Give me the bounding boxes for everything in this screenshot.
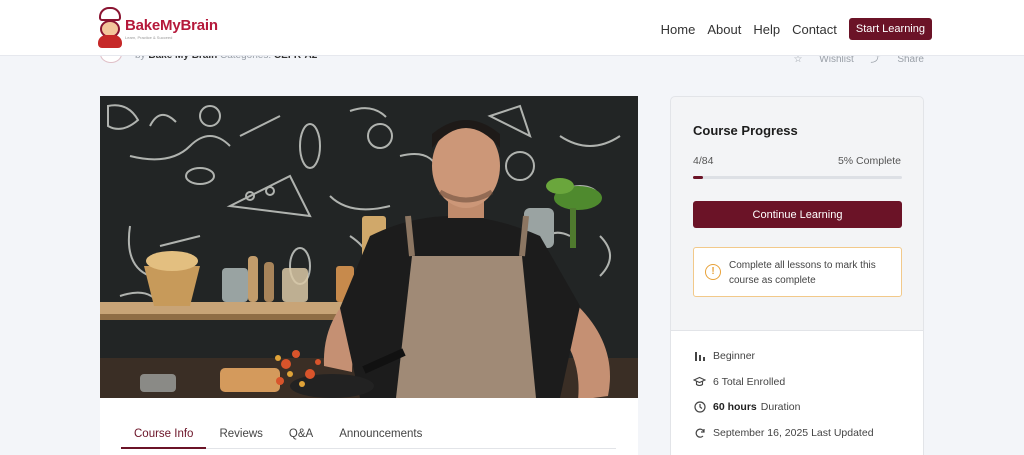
course-progress-card: Course Progress 4/84 5% Complete Continu… xyxy=(670,96,924,455)
course-tabs: Course Info Reviews Q&A Announcements xyxy=(121,422,616,449)
tab-reviews[interactable]: Reviews xyxy=(206,422,275,449)
clock-icon xyxy=(693,400,706,413)
progress-count: 4/84 xyxy=(693,155,714,167)
nav-contact[interactable]: Contact xyxy=(792,22,837,37)
continue-learning-button[interactable]: Continue Learning xyxy=(693,201,902,228)
nav-about[interactable]: About xyxy=(707,22,741,37)
completion-notice-text: Complete all lessons to mark this course… xyxy=(729,260,876,286)
completion-notice: ! Complete all lessons to mark this cour… xyxy=(693,247,902,297)
chef-photo-illustration xyxy=(100,96,638,398)
chef-logo-icon xyxy=(97,7,123,49)
course-thumbnail-image xyxy=(100,96,638,398)
progress-title: Course Progress xyxy=(693,123,798,138)
main-nav: Home About Help Contact Start Learning xyxy=(649,18,932,40)
course-tabs-panel: Course Info Reviews Q&A Announcements xyxy=(100,398,638,455)
stat-enrolled: 6 Total Enrolled xyxy=(693,375,785,388)
graduation-cap-icon xyxy=(693,375,706,388)
brand-name: BakeMyBrain xyxy=(125,16,218,34)
progress-bar xyxy=(693,176,902,179)
tab-qa[interactable]: Q&A xyxy=(276,422,326,449)
stat-level: Beginner xyxy=(693,349,755,362)
refresh-icon xyxy=(693,426,706,439)
start-learning-button[interactable]: Start Learning xyxy=(848,18,932,40)
course-stats: Beginner 6 Total Enrolled 60 hours Durat… xyxy=(671,330,923,455)
progress-percent: 5% Complete xyxy=(837,155,901,167)
brand-logo[interactable]: BakeMyBrain Learn, Practice & Succeed xyxy=(97,7,218,49)
nav-help[interactable]: Help xyxy=(753,22,780,37)
site-header: BakeMyBrain Learn, Practice & Succeed Ho… xyxy=(0,0,1024,56)
warning-icon: ! xyxy=(705,264,721,280)
tab-announcements[interactable]: Announcements xyxy=(326,422,435,449)
level-bars-icon xyxy=(693,349,706,362)
stat-duration: 60 hours Duration xyxy=(693,400,800,413)
brand-tagline: Learn, Practice & Succeed xyxy=(125,34,173,40)
progress-bar-fill xyxy=(693,176,704,179)
stat-last-updated: September 16, 2025 Last Updated xyxy=(693,426,874,439)
tab-course-info[interactable]: Course Info xyxy=(121,422,207,449)
nav-home[interactable]: Home xyxy=(661,22,696,37)
